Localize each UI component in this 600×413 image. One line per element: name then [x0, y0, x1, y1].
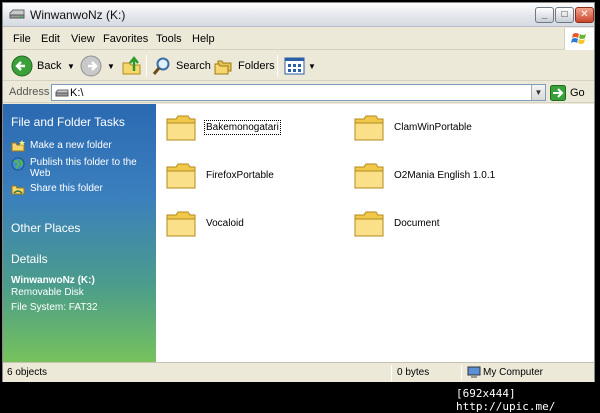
maximize-button[interactable]: □ [555, 7, 574, 23]
minimize-button[interactable]: _ [535, 7, 554, 23]
menu-file[interactable]: File [13, 33, 31, 45]
status-bar: 6 objects 0 bytes My Computer [3, 362, 594, 382]
status-size: 0 bytes [397, 367, 430, 378]
chevron-down-icon: ▼ [107, 61, 115, 71]
back-button[interactable]: Back [11, 54, 61, 78]
task-pane: File and Folder Tasks Make a new folder … [3, 104, 156, 362]
folder-item[interactable]: Bakemonogatari [164, 110, 281, 144]
details-filesystem: File System: FAT32 [11, 302, 98, 313]
make-new-folder-label: Make a new folder [30, 140, 112, 151]
details-name: WinwanwoNz (K:) [11, 275, 95, 286]
file-list[interactable]: Bakemonogatari ClamWinPortable FirefoxPo… [156, 104, 594, 362]
chevron-down-icon: ▼ [67, 61, 75, 71]
folder-icon [354, 163, 384, 189]
computer-icon [467, 366, 481, 378]
address-bar: Address K:\ ▼ Go [3, 82, 594, 103]
new-folder-icon [11, 140, 25, 152]
search-icon [152, 57, 170, 75]
folder-icon [166, 163, 196, 189]
watermark-text: [692x444] http://upic.me/ [456, 387, 556, 413]
menu-bar: File Edit View Favorites Tools Help [3, 28, 594, 50]
folder-icon [354, 115, 384, 141]
standard-toolbar: Back ▼ ▼ Search Folders ▼ [3, 51, 594, 81]
explorer-window: WinwanwoNz (K:) _ □ ✕ File Edit View Fav… [2, 2, 595, 382]
folder-name: ClamWinPortable [394, 121, 472, 133]
folder-item[interactable]: Vocaloid [164, 206, 244, 240]
drive-icon [55, 89, 69, 97]
back-arrow-icon [11, 55, 33, 77]
share-folder-label: Share this folder [30, 183, 103, 194]
forward-history-dropdown[interactable]: ▼ [107, 54, 115, 78]
folder-icon [166, 211, 196, 237]
folder-icon [166, 115, 196, 141]
back-label: Back [37, 60, 62, 72]
drive-icon [9, 9, 25, 19]
views-button[interactable]: ▼ [284, 54, 316, 78]
up-folder-button[interactable] [121, 54, 143, 78]
folder-name: Document [394, 217, 440, 229]
globe-icon [11, 157, 25, 171]
status-location: My Computer [483, 367, 544, 378]
folder-icon [354, 211, 384, 237]
share-folder-link[interactable]: Share this folder [11, 183, 151, 195]
folder-name: O2Mania English 1.0.1 [394, 169, 496, 181]
go-button[interactable]: Go [550, 84, 585, 101]
folder-item[interactable]: ClamWinPortable [352, 110, 472, 144]
folders-label: Folders [238, 60, 275, 72]
address-value: K:\ [70, 87, 84, 99]
toolbar-separator [146, 55, 147, 77]
title-bar[interactable]: WinwanwoNz (K:) _ □ ✕ [3, 3, 594, 27]
status-divider [391, 365, 392, 381]
address-input[interactable]: K:\ ▼ [51, 84, 546, 101]
publish-folder-label: Publish this folder to the Web [30, 157, 137, 179]
address-dropdown-button[interactable]: ▼ [531, 85, 545, 100]
menu-favorites[interactable]: Favorites [103, 33, 148, 45]
views-grid-icon [284, 57, 305, 75]
status-divider [461, 365, 462, 381]
forward-button[interactable] [80, 54, 102, 78]
search-label: Search [176, 60, 211, 72]
up-folder-icon [122, 56, 141, 75]
folder-item[interactable]: FirefoxPortable [164, 158, 274, 192]
folder-item[interactable]: Document [352, 206, 440, 240]
folder-name: FirefoxPortable [206, 169, 274, 181]
folder-name: Vocaloid [206, 217, 244, 229]
toolbar-separator [277, 55, 278, 77]
folders-button[interactable]: Folders [214, 54, 275, 78]
go-label: Go [570, 86, 585, 99]
menu-view[interactable]: View [71, 33, 95, 45]
folders-icon [214, 60, 232, 75]
status-object-count: 6 objects [7, 367, 48, 378]
screen: WinwanwoNz (K:) _ □ ✕ File Edit View Fav… [0, 0, 600, 413]
window-title: WinwanwoNz (K:) [30, 8, 126, 22]
menu-edit[interactable]: Edit [41, 33, 60, 45]
close-button[interactable]: ✕ [575, 7, 594, 23]
forward-arrow-icon [80, 55, 102, 77]
details-type: Removable Disk [11, 287, 84, 298]
folder-name: Bakemonogatari [204, 119, 281, 135]
details-heading[interactable]: Details [11, 252, 48, 266]
publish-folder-link[interactable]: Publish this folder to the Web [11, 157, 151, 179]
folder-item[interactable]: O2Mania English 1.0.1 [352, 158, 495, 192]
go-arrow-icon [550, 84, 566, 101]
file-folder-tasks-heading[interactable]: File and Folder Tasks [11, 115, 125, 129]
windows-logo [564, 28, 594, 50]
address-label: Address [9, 86, 50, 98]
other-places-heading[interactable]: Other Places [11, 221, 80, 235]
search-button[interactable]: Search [152, 54, 211, 78]
menu-tools[interactable]: Tools [156, 33, 182, 45]
make-new-folder-link[interactable]: Make a new folder [11, 140, 151, 152]
share-folder-icon [11, 185, 25, 195]
back-history-dropdown[interactable]: ▼ [67, 54, 75, 78]
windows-flag-icon [571, 33, 586, 44]
menu-help[interactable]: Help [192, 33, 215, 45]
chevron-down-icon: ▼ [308, 61, 316, 71]
